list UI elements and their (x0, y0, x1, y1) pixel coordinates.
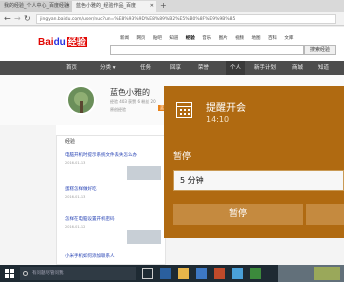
topnav-item[interactable]: 贴吧 (153, 36, 162, 41)
topnav-item[interactable]: 视频 (235, 36, 244, 41)
topnav-item[interactable]: 图片 (219, 36, 228, 41)
profile-stats: 经验 403 获赞 6 粉丝 20 (110, 99, 156, 104)
mainnav-item[interactable]: 知道 (318, 61, 329, 75)
experience-list: 经验 电脑开机时提示系统文件丢失怎么办 2016-01-13 蛋糕怎样做好吃 2… (56, 135, 166, 265)
mainnav-item-active[interactable]: 个人 (226, 61, 246, 75)
topnav-item[interactable]: 新闻 (120, 36, 129, 41)
browser-navbar: ← → ↻ jingyan.baidu.com/user/nuc?un=%E8%… (0, 12, 344, 26)
list-item-date: 2016-01-13 (65, 195, 86, 199)
profile-meta: 原创经验 (110, 107, 126, 112)
address-bar[interactable]: jingyan.baidu.com/user/nuc?un=%E8%93%9D%… (36, 14, 336, 24)
list-item-thumbnail[interactable] (127, 230, 161, 244)
top-nav: 新闻 网页 贴吧 知道 经验 音乐 图片 视频 地图 百科 文库 (120, 35, 299, 41)
taskbar-search-placeholder: 有问题尽管问我 (32, 271, 64, 276)
dismiss-button[interactable] (306, 204, 344, 225)
back-icon[interactable]: ← (4, 12, 11, 26)
topnav-item-active[interactable]: 经验 (186, 36, 195, 41)
logo-text: Bai (38, 37, 54, 48)
app-icon[interactable] (214, 268, 225, 279)
snooze-duration-select[interactable]: 5 分钟 (173, 170, 344, 191)
search-input[interactable] (110, 45, 304, 55)
topnav-item[interactable]: 百科 (268, 36, 277, 41)
list-item-title[interactable]: 小米手机如何添加联系人 (65, 253, 115, 259)
mainnav-item[interactable]: 荣誉 (198, 61, 209, 75)
topnav-item[interactable]: 知道 (169, 36, 178, 41)
baidu-logo[interactable]: Baidu 经验 (38, 35, 87, 48)
reminder-toast: 提醒开会 14:10 暂停 5 分钟 暂停 (164, 86, 344, 238)
tab-experience[interactable]: 经验 (65, 138, 75, 145)
list-item-thumbnail[interactable] (127, 166, 161, 180)
search-icon (23, 271, 28, 276)
mainnav-item[interactable]: 回享 (170, 61, 181, 75)
mainnav-item[interactable]: 首页 (66, 61, 77, 75)
left-gutter (0, 125, 56, 265)
list-item-date: 2016-01-13 (65, 161, 86, 165)
browser-tabbar: 我的经验_个人中心_百度经验 ✕ 蓝色小雅的_经验作品_百度 ✕ + (0, 0, 344, 12)
file-explorer-icon[interactable] (178, 268, 189, 279)
toast-title: 提醒开会 (206, 103, 246, 114)
list-item-title[interactable]: 怎样在电脑设置开机密码 (65, 216, 115, 222)
tab-label: 蓝色小雅的_经验作品_百度 (76, 3, 137, 9)
task-view-icon[interactable] (142, 268, 153, 279)
list-item-title[interactable]: 电脑开机时提示系统文件丢失怎么办 (65, 152, 137, 158)
taskbar-search-input[interactable]: 有问题尽管问我 (20, 267, 136, 280)
logo-paw: du (53, 37, 66, 48)
mainnav-item[interactable]: 分类 ▾ (100, 61, 116, 75)
profile-name: 蓝色小雅的 (110, 88, 150, 97)
store-icon[interactable] (196, 268, 207, 279)
topnav-item[interactable]: 地图 (252, 36, 261, 41)
topnav-item[interactable]: 音乐 (202, 36, 211, 41)
list-item-title[interactable]: 蛋糕怎样做好吃 (65, 186, 97, 192)
logo-jingyan: 经验 (66, 37, 87, 47)
close-icon[interactable]: ✕ (66, 1, 70, 12)
toast-time: 14:10 (206, 115, 230, 124)
topnav-item[interactable]: 网页 (136, 36, 145, 41)
mainnav-item[interactable]: 商城 (292, 61, 303, 75)
snooze-button[interactable]: 暂停 (173, 204, 303, 225)
new-tab-icon[interactable]: + (160, 0, 167, 12)
topnav-item[interactable]: 文库 (284, 36, 293, 41)
mainnav-item[interactable]: 新手计划 (254, 61, 276, 75)
preview-thumbnail (314, 267, 340, 280)
search-button[interactable]: 搜索经验 (304, 45, 336, 55)
main-nav: 首页 分类 ▾ 任务 回享 荣誉 个人 新手计划 商城 知道 (0, 61, 344, 75)
taskbar: 有问题尽管问我 (0, 265, 344, 282)
refresh-icon[interactable]: ↻ (24, 12, 31, 26)
mainnav-item[interactable]: 任务 (140, 61, 151, 75)
browser-tab-active[interactable]: 蓝色小雅的_经验作品_百度 ✕ (72, 1, 156, 12)
edge-browser-icon[interactable] (160, 268, 171, 279)
app-icon[interactable] (250, 268, 261, 279)
snooze-label: 暂停 (173, 152, 192, 162)
forward-icon[interactable]: → (14, 12, 21, 26)
browser-tab[interactable]: 我的经验_个人中心_百度经验 ✕ (0, 1, 72, 12)
app-icon[interactable] (232, 268, 243, 279)
windows-start-icon[interactable] (5, 269, 14, 278)
tab-label: 我的经验_个人中心_百度经验 (4, 3, 70, 9)
list-item-date: 2016-01-12 (65, 225, 86, 229)
avatar[interactable] (66, 85, 96, 115)
close-icon[interactable]: ✕ (150, 1, 154, 12)
taskbar-preview[interactable] (278, 265, 344, 282)
calendar-icon (176, 102, 192, 118)
